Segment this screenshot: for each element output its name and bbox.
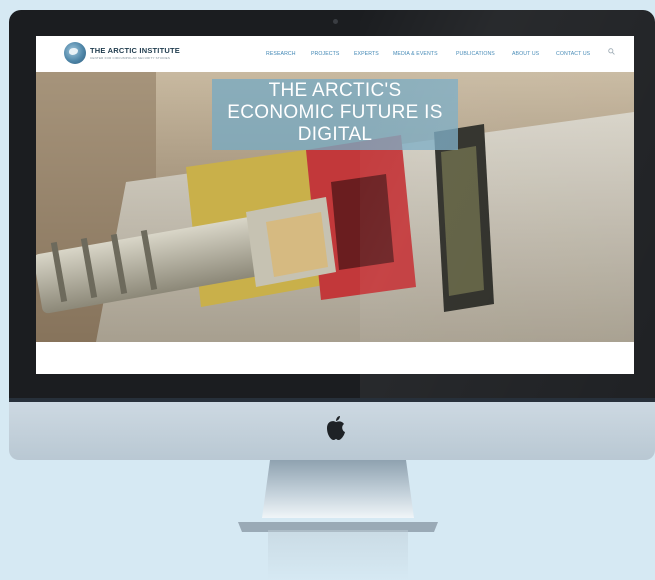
headline-line-1: THE ARCTIC'S — [268, 80, 402, 101]
nav-publications[interactable]: PUBLICATIONS — [456, 51, 495, 57]
apple-logo-icon — [327, 416, 345, 440]
search-icon[interactable] — [608, 48, 615, 55]
nav-projects[interactable]: PROJECTS — [311, 51, 339, 57]
globe-logo-icon[interactable] — [64, 42, 86, 64]
logo-title[interactable]: THE ARCTIC INSTITUTE — [90, 46, 180, 55]
hero-slider[interactable]: THE ARCTIC'S ECONOMIC FUTURE IS DIGITAL — [36, 72, 634, 342]
nav-about-us[interactable]: ABOUT US — [512, 51, 539, 57]
imac-stand — [238, 460, 438, 532]
logo-subtitle: CENTER FOR CIRCUMPOLAR SECURITY STUDIES — [90, 56, 171, 60]
site-header: THE ARCTIC INSTITUTE CENTER FOR CIRCUMPO… — [36, 36, 634, 72]
stand-reflection — [268, 530, 408, 580]
content-area — [36, 342, 634, 374]
headline-line-2: ECONOMIC FUTURE IS — [227, 102, 443, 123]
website-screen: THE ARCTIC INSTITUTE CENTER FOR CIRCUMPO… — [36, 36, 634, 374]
camera-icon — [333, 19, 338, 24]
nav-contact-us[interactable]: CONTACT US — [556, 51, 590, 57]
nav-experts[interactable]: EXPERTS — [354, 51, 379, 57]
nav-media-events[interactable]: MEDIA & EVENTS — [393, 51, 438, 57]
nav-research[interactable]: RESEARCH — [266, 51, 296, 57]
headline-line-3: DIGITAL — [297, 124, 373, 145]
hero-headline[interactable]: THE ARCTIC'S ECONOMIC FUTURE IS DIGITAL — [212, 80, 458, 146]
